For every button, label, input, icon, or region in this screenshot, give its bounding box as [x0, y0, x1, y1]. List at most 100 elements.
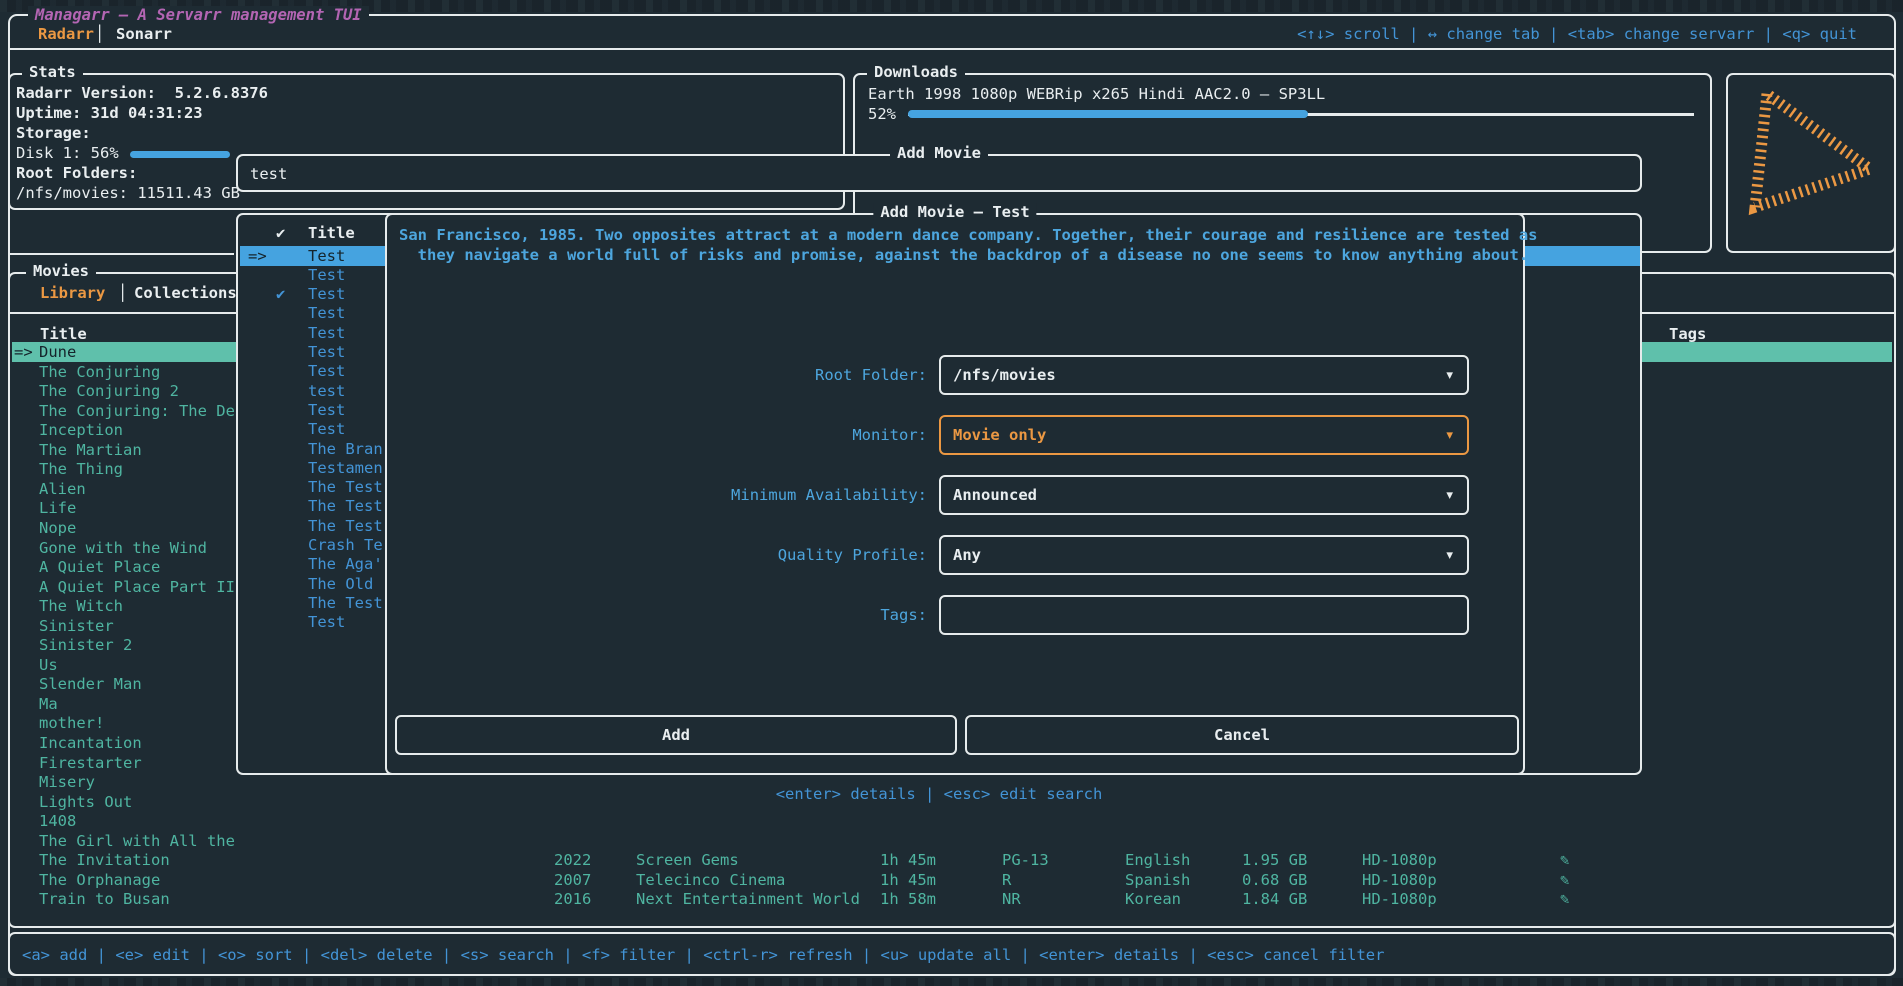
library-row-title[interactable]: The Conjuring 2 [39, 382, 179, 400]
library-row-title[interactable]: Inception [39, 421, 123, 439]
library-row-quality: HD-1080p [1362, 871, 1437, 889]
tab-library[interactable]: Library [40, 284, 105, 302]
library-row-quality: HD-1080p [1362, 851, 1437, 869]
modal-field-label: Minimum Availability: [627, 486, 927, 504]
results-row-title[interactable]: test [308, 382, 345, 400]
add-movie-modal: Add Movie – Test San Francisco, 1985. Tw… [385, 213, 1525, 775]
library-row-title[interactable]: Train to Busan [39, 890, 170, 908]
dropdown-minimum-availability[interactable]: Announced ▼ [939, 475, 1469, 515]
edit-pencil-icon[interactable]: ✎ [1560, 890, 1569, 908]
results-row-title[interactable]: Crash Te [308, 536, 383, 554]
tab-collections[interactable]: Collections [134, 284, 237, 302]
library-row-title[interactable]: A Quiet Place [39, 558, 160, 576]
library-row-size: 1.95 GB [1242, 851, 1307, 869]
results-row-title[interactable]: Test [308, 343, 345, 361]
managarr-screen: { "app": { "title": "Managarr – A Servar… [0, 0, 1903, 986]
library-row-title[interactable]: Life [39, 499, 76, 517]
logo-panel [1726, 73, 1896, 253]
managarr-play-logo-icon [1730, 78, 1895, 249]
library-row-studio: Next Entertainment World [636, 890, 860, 908]
library-row-title[interactable]: The Conjuring: The De [39, 402, 235, 420]
search-hint-keybinds: <enter> details | <esc> edit search [776, 785, 1103, 803]
add-movie-search-input[interactable]: Add Movie test [236, 154, 1642, 192]
stats-row: /nfs/movies: 11511.43 GB [16, 184, 240, 202]
results-row-title[interactable]: Test [308, 613, 345, 631]
library-tab-separator-1: │ [118, 284, 127, 302]
results-row-title[interactable]: Test [308, 362, 345, 380]
library-row-title[interactable]: The Martian [39, 441, 142, 459]
add-movie-modal-title: Add Movie – Test [873, 203, 1036, 221]
library-row-language: Spanish [1125, 871, 1190, 889]
library-row-title[interactable]: Slender Man [39, 675, 142, 693]
tab-radarr[interactable]: Radarr [38, 25, 94, 43]
library-row-title[interactable]: mother! [39, 714, 104, 732]
results-row-title[interactable]: Test [308, 324, 345, 342]
library-row-title[interactable]: Sinister [39, 617, 114, 635]
library-row-title[interactable]: Sinister 2 [39, 636, 132, 654]
library-row-rating: PG-13 [1002, 851, 1049, 869]
results-header-check-icon: ✔ [276, 224, 285, 242]
results-row-title[interactable]: The Old [308, 575, 373, 593]
download-percent-label: 52% [868, 105, 896, 123]
movie-description-line1: San Francisco, 1985. Two opposites attra… [399, 226, 1537, 244]
tags-input[interactable] [939, 595, 1469, 635]
cancel-button-label: Cancel [1214, 726, 1270, 744]
library-row-title[interactable]: The Girl with All the [39, 832, 235, 850]
results-row-title[interactable]: The Test [308, 594, 383, 612]
results-row-title[interactable]: Test [308, 401, 345, 419]
results-row-title[interactable]: Test [308, 304, 345, 322]
library-row-title[interactable]: Incantation [39, 734, 142, 752]
library-row-title[interactable]: The Conjuring [39, 363, 160, 381]
dropdown-root-folder[interactable]: /nfs/movies▼ [939, 355, 1469, 395]
tab-sonarr[interactable]: Sonarr [116, 25, 172, 43]
library-row-language: Korean [1125, 890, 1181, 908]
library-row-title[interactable]: Gone with the Wind [39, 539, 207, 557]
library-row-year: 2022 [554, 851, 591, 869]
dropdown-monitor[interactable]: Movie only▼ [939, 415, 1469, 455]
results-row-title[interactable]: Test [308, 266, 345, 284]
library-row-title[interactable]: A Quiet Place Part II [39, 578, 235, 596]
add-button[interactable]: Add [395, 715, 957, 755]
library-row-title[interactable]: Alien [39, 480, 86, 498]
library-row-title[interactable]: Us [39, 656, 58, 674]
dropdown-value: Announced [953, 486, 1037, 504]
results-row-title[interactable]: Test [308, 247, 345, 265]
results-row-title[interactable]: The Test [308, 497, 383, 515]
results-row-title[interactable]: Testamen [308, 459, 383, 477]
library-panel-title: Movies [26, 262, 96, 280]
tab-separator: │ [95, 25, 104, 43]
edit-pencil-icon[interactable]: ✎ [1560, 871, 1569, 889]
library-row-title[interactable]: Nope [39, 519, 76, 537]
results-row-title[interactable]: Test [308, 420, 345, 438]
dropdown-value: Movie only [953, 426, 1046, 444]
library-selected-marker: => [14, 343, 33, 361]
library-row-title[interactable]: 1408 [39, 812, 76, 830]
edit-pencil-icon[interactable]: ✎ [1560, 851, 1569, 869]
library-row-title[interactable]: Firestarter [39, 754, 142, 772]
results-row-title[interactable]: The Test [308, 517, 383, 535]
results-row-title[interactable]: The Bran [308, 440, 383, 458]
chevron-down-icon: ▼ [1446, 489, 1453, 502]
header-divider [8, 48, 1896, 50]
results-row-title[interactable]: Test [308, 285, 345, 303]
cancel-button[interactable]: Cancel [965, 715, 1519, 755]
library-row-title[interactable]: The Invitation [39, 851, 170, 869]
library-row-title[interactable]: The Witch [39, 597, 123, 615]
download-progress-fill [908, 110, 1308, 118]
header-keybinds: <↑↓> scroll | ↔ change tab | <tab> chang… [1297, 25, 1857, 43]
library-row-year: 2016 [554, 890, 591, 908]
library-row-rating: R [1002, 871, 1011, 889]
library-row-title[interactable]: The Thing [39, 460, 123, 478]
library-row-title[interactable]: Misery [39, 773, 95, 791]
stats-row: Uptime: 31d 04:31:23 [16, 104, 203, 122]
library-row-title[interactable]: Lights Out [39, 793, 132, 811]
results-row-title[interactable]: The Test [308, 478, 383, 496]
results-row-title[interactable]: The Aga' [308, 555, 383, 573]
library-row-title[interactable]: Ma [39, 695, 58, 713]
dropdown-quality-profile[interactable]: Any▼ [939, 535, 1469, 575]
library-column-title: Title [40, 325, 87, 343]
library-row-title[interactable]: Dune [39, 343, 76, 361]
stats-row: Root Folders: [16, 164, 137, 182]
library-row-size: 0.68 GB [1242, 871, 1307, 889]
library-row-title[interactable]: The Orphanage [39, 871, 160, 889]
